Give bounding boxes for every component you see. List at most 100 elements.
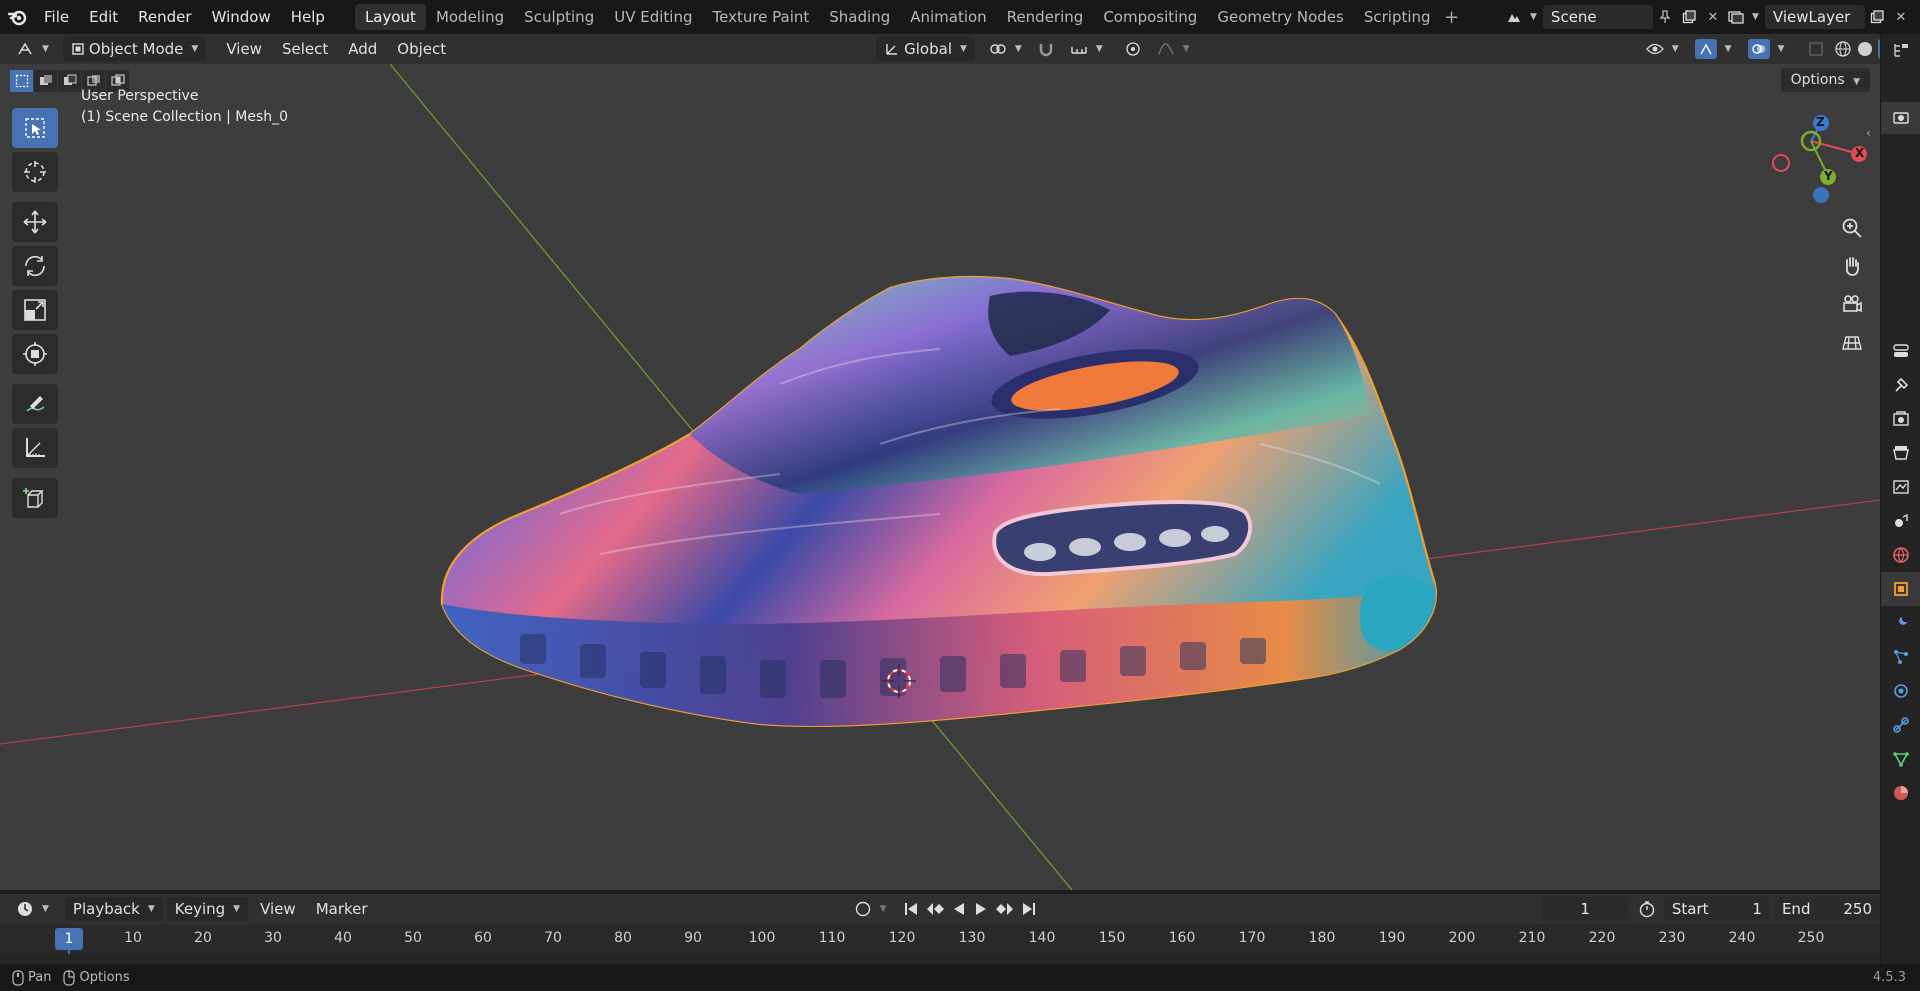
preview-range-toggle[interactable] (1634, 897, 1660, 921)
add-cube-tool[interactable] (12, 478, 58, 518)
new-view-layer-icon[interactable] (1865, 5, 1889, 29)
data-properties-icon[interactable] (1881, 742, 1920, 776)
object-properties-icon[interactable] (1881, 572, 1920, 606)
render-properties-icon[interactable] (1881, 402, 1920, 436)
jump-to-start-button[interactable] (900, 897, 922, 921)
start-frame-field[interactable]: Start 1 (1663, 897, 1770, 921)
gizmo-x-label[interactable]: X (1855, 146, 1864, 160)
delete-view-layer-icon[interactable]: ✕ (1889, 5, 1913, 29)
tab-modeling[interactable]: Modeling (426, 4, 514, 30)
tool-properties-icon[interactable] (1881, 368, 1920, 402)
timeline-ruler[interactable]: 1 10 20 30 40 50 60 70 80 90 100 110 120… (0, 924, 1880, 954)
pivot-point-button[interactable]: ▼ (981, 37, 1030, 61)
move-tool[interactable] (12, 202, 58, 242)
tab-scripting[interactable]: Scripting (1354, 4, 1441, 30)
playback-dropdown[interactable]: Playback ▼ (64, 897, 163, 921)
modifier-properties-icon[interactable] (1881, 606, 1920, 640)
tab-layout[interactable]: Layout (354, 4, 426, 30)
tab-sculpting[interactable]: Sculpting (514, 4, 604, 30)
timeline-menu-marker[interactable]: Marker (308, 897, 376, 921)
keying-dropdown[interactable]: Keying ▼ (166, 897, 249, 921)
3d-viewport[interactable]: Z X Y User Perspective (1) Scene Collect… (0, 64, 1880, 890)
shading-wireframe-button[interactable] (1832, 37, 1854, 61)
tab-shading[interactable]: Shading (819, 4, 900, 30)
snap-toggle[interactable] (1030, 37, 1062, 61)
scene-icon[interactable] (1502, 5, 1526, 29)
playhead[interactable]: 1 (55, 928, 83, 950)
play-button[interactable] (970, 897, 992, 921)
gizmo-toggle[interactable]: ▼ (1687, 37, 1740, 61)
scale-tool[interactable] (12, 290, 58, 330)
rotate-tool[interactable] (12, 246, 58, 286)
play-reverse-button[interactable] (948, 897, 970, 921)
measure-tool[interactable] (12, 428, 58, 468)
proportional-edit-toggle[interactable] (1117, 37, 1149, 61)
delete-scene-icon[interactable]: ✕ (1701, 5, 1725, 29)
timeline-menu-view[interactable]: View (252, 897, 304, 921)
transform-tool[interactable] (12, 334, 58, 374)
current-frame-field[interactable]: 1 (1542, 897, 1628, 921)
editor-type-button[interactable]: ▼ (8, 37, 57, 61)
new-scene-icon[interactable] (1677, 5, 1701, 29)
properties-editor-icon[interactable] (1881, 334, 1920, 368)
sidebar-toggle-icon[interactable]: ‹ (1866, 126, 1871, 140)
menu-add[interactable]: Add (340, 37, 385, 61)
timeline-scroll-area[interactable] (0, 954, 1880, 964)
visibility-button[interactable]: ▼ (1638, 37, 1687, 61)
options-dropdown[interactable]: Options ▼ (1780, 68, 1870, 92)
chevron-down-icon[interactable]: ▼ (1752, 12, 1759, 22)
gizmo-z-label[interactable]: Z (1816, 115, 1825, 129)
overlay-toggle[interactable]: ▼ (1740, 37, 1793, 61)
select-box-tool[interactable] (12, 108, 58, 148)
menu-edit[interactable]: Edit (79, 0, 128, 34)
select-subtract-mode[interactable] (58, 70, 82, 92)
tab-geometry-nodes[interactable]: Geometry Nodes (1207, 4, 1354, 30)
physics-properties-icon[interactable] (1881, 674, 1920, 708)
scene-name-field[interactable]: Scene (1542, 5, 1653, 29)
pan-button[interactable] (1836, 250, 1868, 282)
pin-icon[interactable] (1653, 5, 1677, 29)
chevron-down-icon[interactable]: ▼ (1530, 12, 1537, 22)
mode-dropdown[interactable]: Object Mode ▼ (62, 37, 207, 61)
view-layer-properties-icon[interactable] (1881, 470, 1920, 504)
particle-properties-icon[interactable] (1881, 640, 1920, 674)
gizmo-y-label[interactable]: Y (1824, 169, 1833, 183)
menu-object[interactable]: Object (389, 37, 454, 61)
tab-uv-editing[interactable]: UV Editing (604, 4, 702, 30)
menu-help[interactable]: Help (281, 0, 335, 34)
material-properties-icon[interactable] (1881, 776, 1920, 810)
menu-window[interactable]: Window (202, 0, 281, 34)
jump-to-keyframe-prev-button[interactable] (922, 897, 948, 921)
menu-select[interactable]: Select (274, 37, 336, 61)
auto-keying-toggle[interactable]: ▼ (846, 897, 895, 921)
proportional-falloff-button[interactable]: ▼ (1149, 37, 1198, 61)
timeline-editor-type-button[interactable]: ▼ (8, 897, 57, 921)
jump-to-end-button[interactable] (1018, 897, 1040, 921)
shading-solid-button[interactable] (1854, 37, 1876, 61)
outliner-icon[interactable] (1881, 34, 1920, 66)
jump-to-keyframe-next-button[interactable] (992, 897, 1018, 921)
view-layer-icon[interactable] (1724, 5, 1748, 29)
tab-texture-paint[interactable]: Texture Paint (702, 4, 819, 30)
annotate-tool[interactable] (12, 384, 58, 424)
scene-properties-icon[interactable] (1881, 504, 1920, 538)
end-frame-field[interactable]: End 250 (1773, 897, 1880, 921)
menu-render[interactable]: Render (128, 0, 201, 34)
output-properties-icon[interactable] (1881, 436, 1920, 470)
cursor-tool[interactable] (12, 152, 58, 192)
menu-file[interactable]: File (34, 0, 79, 34)
view-layer-name-field[interactable]: ViewLayer (1764, 5, 1865, 29)
camera-view-button[interactable] (1836, 288, 1868, 320)
menu-view[interactable]: View (218, 37, 270, 61)
snap-target-button[interactable]: ▼ (1062, 37, 1111, 61)
tab-animation[interactable]: Animation (900, 4, 996, 30)
select-extend-mode[interactable] (34, 70, 58, 92)
blender-logo-icon[interactable] (0, 0, 34, 34)
tab-compositing[interactable]: Compositing (1093, 4, 1207, 30)
tab-rendering[interactable]: Rendering (997, 4, 1094, 30)
select-new-mode[interactable] (10, 70, 34, 92)
render-preview-icon[interactable] (1881, 102, 1920, 134)
transform-orientation-dropdown[interactable]: Global ▼ (876, 37, 975, 61)
zoom-button[interactable] (1836, 212, 1868, 244)
ortho-toggle-button[interactable] (1836, 326, 1868, 358)
